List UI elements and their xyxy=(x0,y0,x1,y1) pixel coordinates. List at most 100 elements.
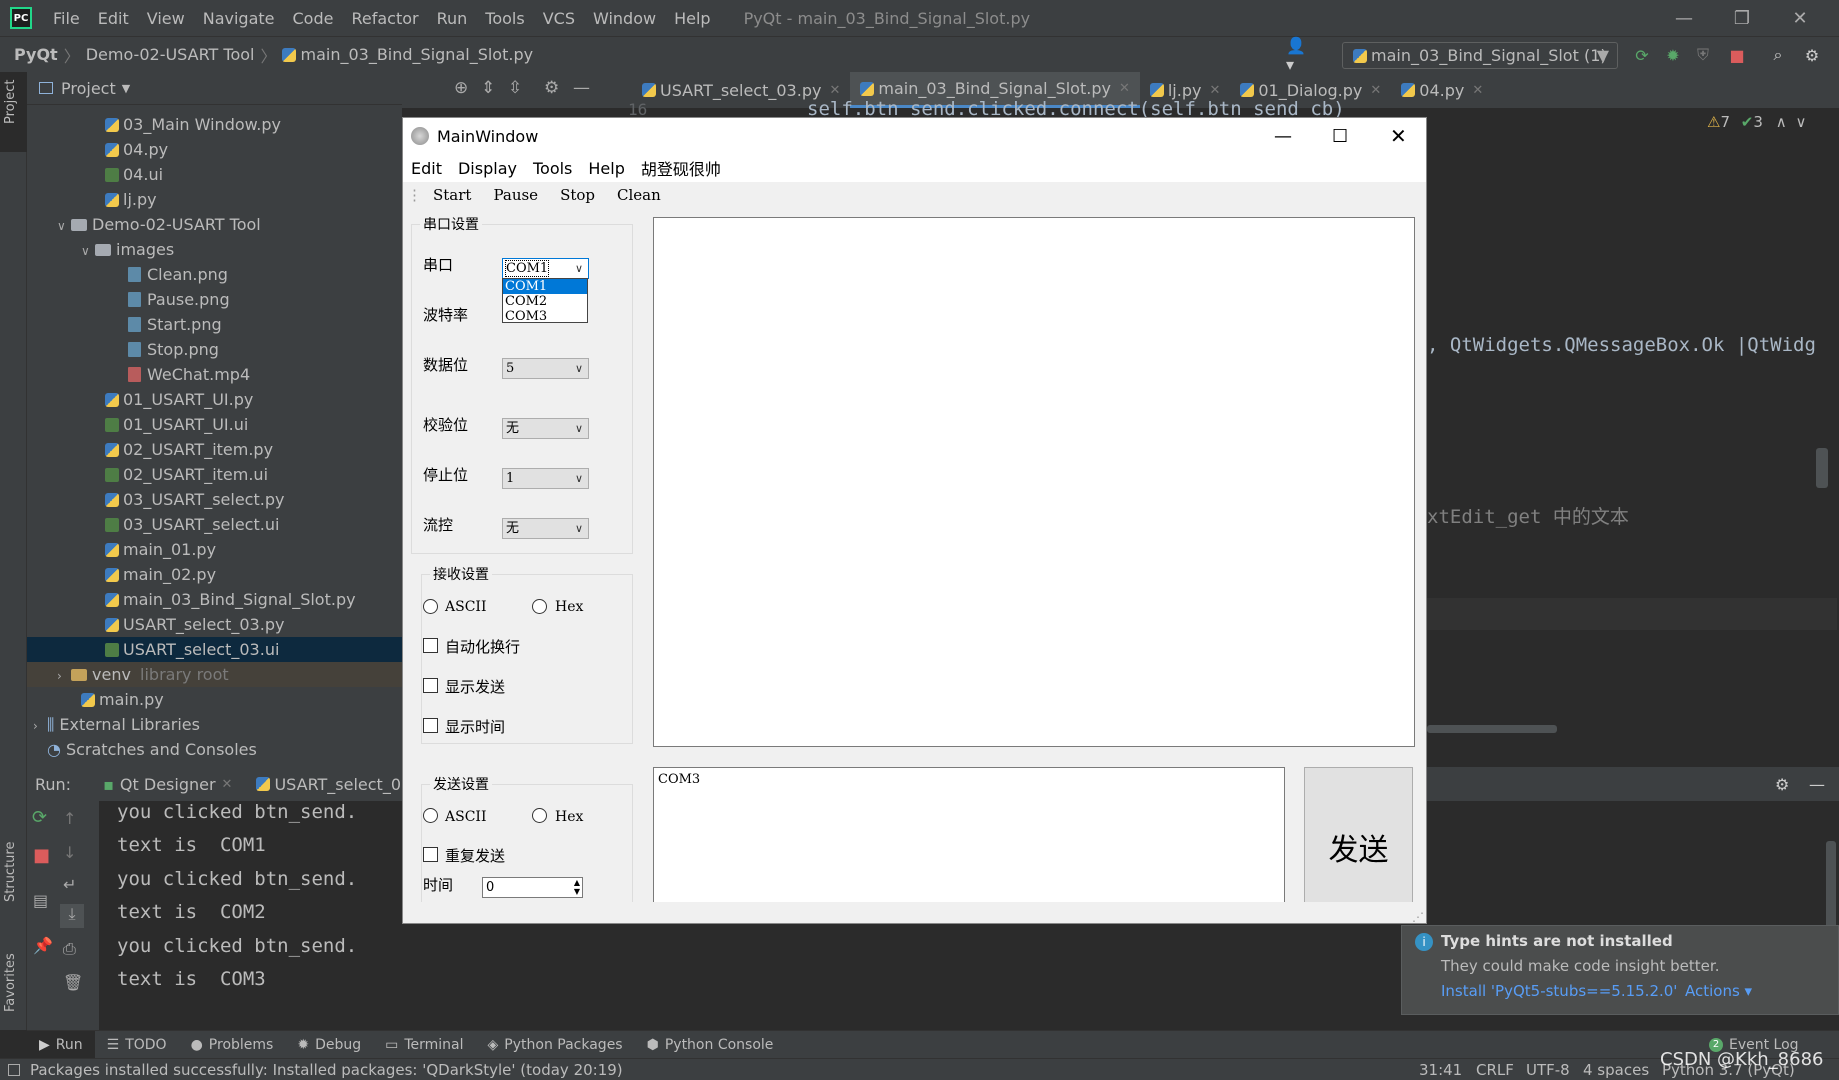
menu-tools[interactable]: Tools xyxy=(476,9,533,28)
chevron-down-icon[interactable]: ∨ xyxy=(57,214,71,239)
close-icon[interactable]: ✕ xyxy=(1209,83,1220,98)
rerun-icon[interactable]: ⟳ xyxy=(32,807,47,828)
show-send-checkbox[interactable] xyxy=(423,678,438,693)
port-option-com2[interactable]: COM2 xyxy=(503,294,587,309)
maximize-icon[interactable]: ☐ xyxy=(1332,126,1348,147)
breadcrumb-folder[interactable]: Demo-02-USART Tool xyxy=(80,45,261,64)
tree-item[interactable]: main_03_Bind_Signal_Slot.py xyxy=(105,587,356,612)
minimize-icon[interactable]: — xyxy=(1656,0,1712,36)
chevron-up-icon[interactable]: ∧ xyxy=(1776,113,1787,131)
qt-tool-pause[interactable]: Pause xyxy=(482,186,549,204)
status-message[interactable]: Packages installed successfully: Install… xyxy=(30,1061,623,1079)
close-icon[interactable]: ✕ xyxy=(222,777,233,792)
locate-icon[interactable]: ⊕ xyxy=(454,78,468,98)
close-icon[interactable]: ✕ xyxy=(1772,0,1828,36)
gear-icon[interactable]: ⚙ xyxy=(1802,45,1822,65)
menu-vcs[interactable]: VCS xyxy=(534,9,584,28)
stop-icon[interactable]: ■ xyxy=(33,845,50,866)
tree-item[interactable]: 02_USART_item.py xyxy=(105,437,273,462)
notification-actions-link[interactable]: Actions ▾ xyxy=(1685,982,1752,1000)
recv-hex-radio[interactable] xyxy=(532,599,547,614)
menu-view[interactable]: View xyxy=(138,9,194,28)
horizontal-scrollbar[interactable] xyxy=(1427,725,1557,733)
tree-folder[interactable]: › venv library root xyxy=(27,662,402,687)
line-separator[interactable]: CRLF xyxy=(1476,1061,1514,1079)
chevron-down-icon[interactable]: ▼ xyxy=(122,82,130,95)
menu-edit[interactable]: Edit xyxy=(89,9,138,28)
stop-icon[interactable]: ■ xyxy=(1727,45,1747,65)
soft-wrap-icon[interactable]: ↵ xyxy=(63,875,76,894)
run-tab-usart-select-03[interactable]: USART_select_03 xyxy=(274,775,411,794)
auto-wrap-checkbox[interactable] xyxy=(423,638,438,653)
user-icon[interactable]: 👤▾ xyxy=(1286,36,1306,74)
trash-icon[interactable]: 🗑 xyxy=(63,973,83,992)
tool-terminal[interactable]: ▭ Terminal xyxy=(373,1037,475,1053)
breadcrumb-project[interactable]: PyQt xyxy=(0,45,64,64)
tool-debug[interactable]: ✹ Debug xyxy=(285,1037,373,1053)
close-icon[interactable]: ✕ xyxy=(1370,83,1381,98)
tree-folder[interactable]: › ⫼ External Libraries xyxy=(33,712,200,737)
project-tool-button[interactable]: Project xyxy=(0,72,27,152)
qt-menu-edit[interactable]: Edit xyxy=(403,159,450,178)
print-icon[interactable]: ⎙ xyxy=(63,939,76,959)
inspection-widget[interactable]: ⚠7 ✔3 ∧ ∨ xyxy=(1707,113,1806,131)
tree-folder[interactable]: ∨ Demo-02-USART Tool xyxy=(57,212,261,237)
tree-item[interactable]: ◔ Scratches and Consoles xyxy=(47,737,257,762)
send-text-area[interactable]: COM3 xyxy=(653,767,1285,923)
tree-item[interactable]: 03_USART_select.ui xyxy=(105,512,279,537)
caret-position[interactable]: 31:41 xyxy=(1419,1061,1462,1079)
menu-run[interactable]: Run xyxy=(428,9,477,28)
tree-item[interactable]: 01_USART_UI.ui xyxy=(105,412,248,437)
tree-item[interactable]: 02_USART_item.ui xyxy=(105,462,268,487)
tree-item[interactable]: 04.ui xyxy=(105,162,163,187)
gear-icon[interactable]: ⚙ xyxy=(544,78,559,98)
tree-item-selected[interactable]: USART_select_03.ui xyxy=(27,637,402,662)
up-arrow-icon[interactable]: ↑ xyxy=(63,809,76,828)
qt-menu-display[interactable]: Display xyxy=(450,159,525,178)
scroll-to-end-icon[interactable]: ⤓ xyxy=(60,904,84,928)
expand-all-icon[interactable]: ⇕ xyxy=(481,78,495,98)
hide-panel-icon[interactable]: — xyxy=(573,78,590,98)
recv-ascii-radio[interactable] xyxy=(423,599,438,614)
tree-item[interactable]: 03_Main Window.py xyxy=(105,112,281,137)
qt-tool-stop[interactable]: Stop xyxy=(549,186,606,204)
qt-menu-tools[interactable]: Tools xyxy=(525,159,580,178)
resize-grip-icon[interactable]: ⋰ xyxy=(1412,910,1424,923)
qt-menu-help[interactable]: Help xyxy=(580,159,632,178)
menu-navigate[interactable]: Navigate xyxy=(194,9,284,28)
tree-item[interactable]: lj.py xyxy=(105,187,157,212)
close-icon[interactable]: ✕ xyxy=(1119,81,1130,96)
layout-icon[interactable]: ▤ xyxy=(33,891,48,910)
spin-arrows-icon[interactable]: ▲ ▼ xyxy=(574,878,580,896)
flow-combo[interactable]: 无 ∨ xyxy=(502,518,589,539)
tool-run[interactable]: ▶ Run xyxy=(27,1030,95,1059)
chevron-right-icon[interactable]: › xyxy=(57,664,71,689)
favorites-tool-button[interactable]: Favorites xyxy=(0,932,27,1022)
repeat-send-checkbox[interactable] xyxy=(423,847,438,862)
receive-text-area[interactable] xyxy=(653,217,1415,747)
restore-icon[interactable]: ❐ xyxy=(1714,0,1770,36)
qt-menu-custom[interactable]: 胡登砚很帅 xyxy=(633,156,729,180)
tree-item[interactable]: 04.py xyxy=(105,137,168,162)
tree-item[interactable]: WeChat.mp4 xyxy=(128,362,250,387)
menu-refactor[interactable]: Refactor xyxy=(342,9,427,28)
rerun-icon[interactable]: ⟳ xyxy=(1632,45,1652,65)
debug-icon[interactable]: ✹ xyxy=(1663,45,1683,65)
collapse-all-icon[interactable]: ⇳ xyxy=(508,78,522,98)
tree-item[interactable]: main_01.py xyxy=(105,537,216,562)
hide-icon[interactable]: — xyxy=(1809,775,1825,794)
close-icon[interactable]: ✕ xyxy=(829,83,840,98)
tree-item[interactable]: 03_USART_select.py xyxy=(105,487,284,512)
tree-folder[interactable]: ∨ images xyxy=(81,237,174,262)
send-button[interactable]: 发送 xyxy=(1304,767,1413,923)
tree-item[interactable]: USART_select_03.py xyxy=(105,612,284,637)
stopbits-combo[interactable]: 1 ∨ xyxy=(502,468,589,489)
menu-help[interactable]: Help xyxy=(665,9,719,28)
databits-combo[interactable]: 5 ∨ xyxy=(502,358,589,379)
indent-setting[interactable]: 4 spaces xyxy=(1583,1061,1649,1079)
send-ascii-radio[interactable] xyxy=(423,808,438,823)
tab-04[interactable]: 04.py ✕ xyxy=(1391,72,1493,108)
tree-item[interactable]: main_02.py xyxy=(105,562,216,587)
tree-item[interactable]: Start.png xyxy=(128,312,222,337)
chevron-right-icon[interactable]: › xyxy=(33,714,47,739)
